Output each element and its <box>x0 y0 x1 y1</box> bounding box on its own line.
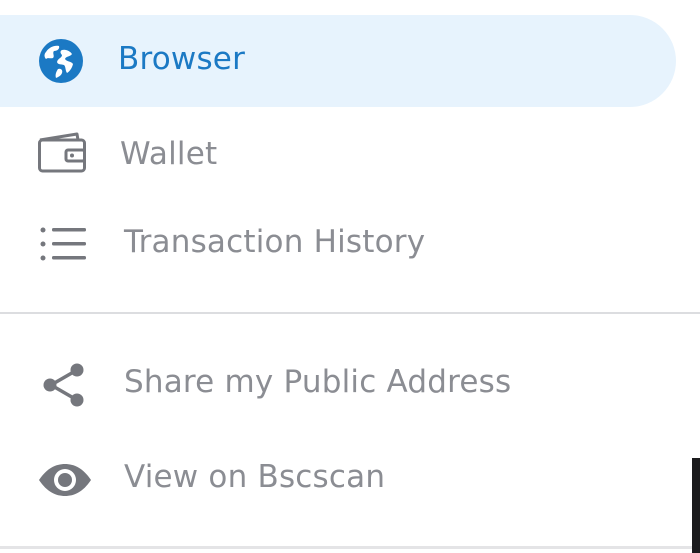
window-edge <box>692 458 700 553</box>
share-public-address-button[interactable]: Share my Public Address <box>0 338 700 430</box>
bottom-divider <box>0 546 700 549</box>
navigation-drawer: Browser Wallet Transaction History Share… <box>0 0 700 553</box>
menu-item-label: Transaction History <box>124 224 426 260</box>
menu-item-label: Wallet <box>120 136 218 172</box>
share-icon <box>42 362 86 408</box>
list-icon <box>40 226 88 262</box>
globe-icon <box>37 37 85 85</box>
menu-item-wallet[interactable]: Wallet <box>0 110 676 202</box>
menu-item-browser[interactable]: Browser <box>0 15 676 107</box>
divider <box>0 312 700 314</box>
view-on-bscscan-button[interactable]: View on Bscscan <box>0 433 692 525</box>
menu-item-label: Share my Public Address <box>124 364 512 400</box>
eye-icon <box>37 463 93 497</box>
menu-item-label: Browser <box>118 41 246 77</box>
wallet-icon <box>37 132 87 174</box>
menu-item-label: View on Bscscan <box>124 459 386 495</box>
menu-item-transaction-history[interactable]: Transaction History <box>0 198 676 290</box>
